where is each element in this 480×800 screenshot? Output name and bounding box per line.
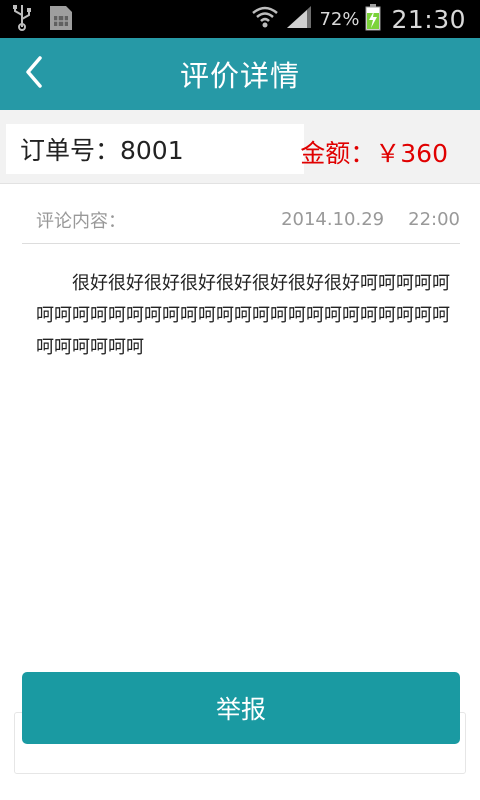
comment-header: 评论内容： 2014.10.29 22:00 — [22, 196, 460, 244]
signal-icon — [285, 4, 313, 34]
status-bar: 72% 21:30 — [0, 0, 480, 38]
wifi-icon — [251, 4, 279, 34]
order-amount: 金额：￥360 — [300, 139, 448, 168]
back-button[interactable] — [8, 48, 60, 100]
title-bar: 评价详情 — [0, 38, 480, 110]
status-bar-right: 72% 21:30 — [251, 0, 466, 38]
battery-percent: 72% — [319, 8, 360, 30]
comment-date: 2014.10.29 — [281, 209, 385, 230]
comment-datetime: 2014.10.29 22:00 — [281, 209, 460, 230]
comment-time: 22:00 — [408, 209, 460, 230]
comment-label: 评论内容： — [36, 210, 126, 232]
order-info: 订单号：8001 金额：￥360 — [0, 110, 480, 184]
battery-charging-icon — [365, 3, 381, 35]
sim-card-icon — [48, 2, 74, 36]
report-button[interactable]: 举报 — [22, 672, 460, 744]
status-bar-left — [12, 4, 74, 34]
page-title: 评价详情 — [179, 59, 300, 93]
clock-time: 21:30 — [391, 4, 466, 34]
order-number: 订单号：8001 — [6, 124, 304, 174]
chevron-left-icon — [23, 55, 45, 93]
comment-content: 很好很好很好很好很好很好很好很好呵呵呵呵呵呵呵呵呵呵呵呵呵呵呵呵呵呵呵呵呵呵呵呵… — [36, 273, 450, 358]
usb-icon — [12, 3, 32, 35]
